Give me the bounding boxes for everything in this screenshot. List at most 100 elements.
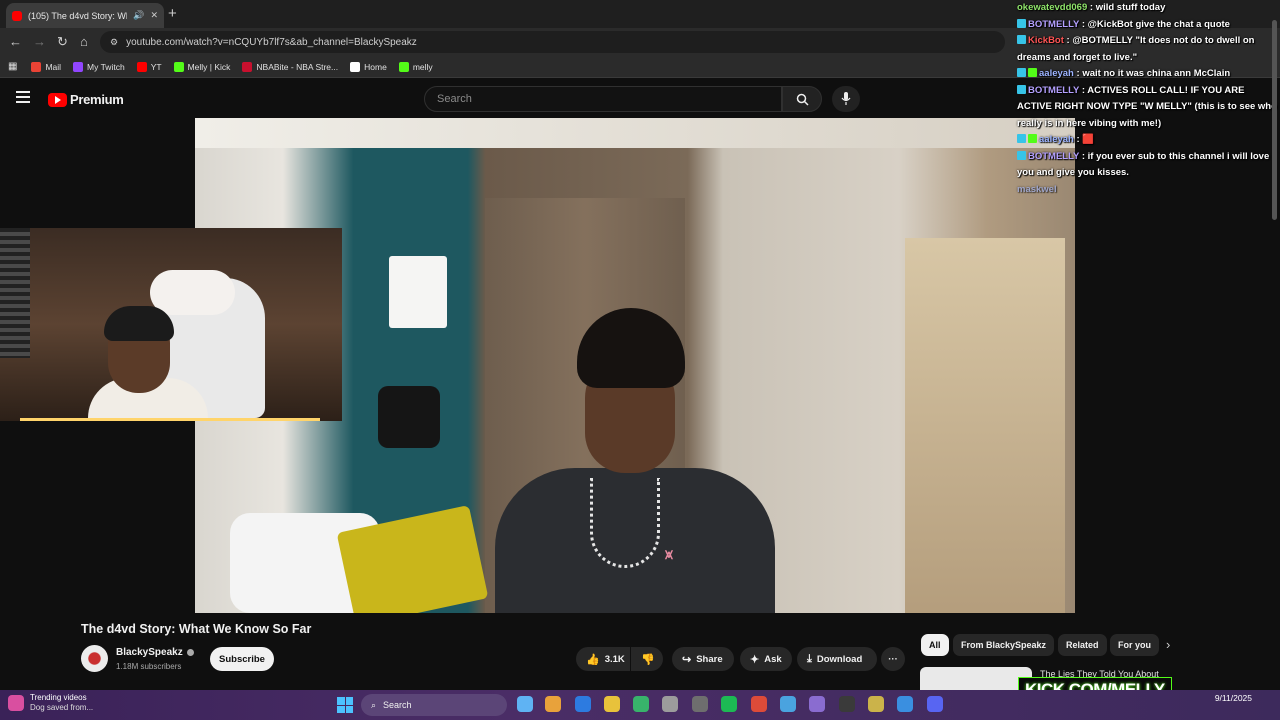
- voice-search-button[interactable]: [832, 86, 860, 112]
- chat-message: BOTMELLY : if you ever sub to this chann…: [1017, 150, 1270, 178]
- chat-text: @KickBot give the chat a quote: [1087, 18, 1230, 30]
- close-tab-icon[interactable]: ✕: [150, 10, 158, 21]
- bookmark-nbabite[interactable]: NBABite - NBA Stre...: [242, 61, 338, 72]
- chat-username: BOTMELLY: [1028, 150, 1080, 162]
- hamburger-menu-icon[interactable]: [16, 91, 30, 106]
- app-icon[interactable]: [868, 696, 884, 712]
- chat-username: okewatevdd069: [1017, 2, 1088, 13]
- more-icon: ···: [888, 653, 898, 665]
- chat-message: BOTMELLY : ACTIVES ROLL CALL! IF YOU ARE…: [1017, 84, 1277, 129]
- channel-name-text: BlackySpeakz: [116, 647, 183, 658]
- file-explorer-icon[interactable]: [604, 696, 620, 712]
- video-title: The d4vd Story: What We Know So Far: [81, 622, 312, 636]
- channel-avatar[interactable]: [81, 645, 108, 672]
- new-tab-button[interactable]: +: [168, 5, 177, 22]
- webcam-blinds: [0, 228, 30, 358]
- chrome-icon[interactable]: [751, 696, 767, 712]
- moderator-badge-icon: [1017, 150, 1026, 160]
- chat-username: aaleyah: [1039, 134, 1074, 145]
- thumbs-up-icon: 👍: [586, 653, 600, 666]
- bookmark-mail[interactable]: Mail: [31, 61, 61, 72]
- chip-related[interactable]: Related: [1058, 634, 1107, 656]
- chat-username: aaleyah: [1039, 68, 1074, 79]
- photos-icon[interactable]: [780, 696, 796, 712]
- discord-icon[interactable]: [927, 696, 943, 712]
- speaker-icon[interactable]: 🔊: [133, 10, 144, 21]
- video-scene-ceiling: [195, 118, 1075, 148]
- chevron-right-icon[interactable]: ›: [1166, 637, 1170, 652]
- taskbar-widget[interactable]: Trending videos Dog saved from...: [8, 693, 93, 713]
- reload-icon[interactable]: ↻: [57, 34, 68, 50]
- bookmark-yt[interactable]: YT: [136, 61, 162, 72]
- chat-text: wild stuff today: [1095, 2, 1166, 13]
- moderator-badge-icon: [1017, 134, 1026, 143]
- chat-username: maskwel: [1017, 183, 1057, 195]
- moderator-badge-icon: [1017, 68, 1026, 77]
- chip-all[interactable]: All: [921, 634, 949, 656]
- address-bar[interactable]: ⚙ youtube.com/watch?v=nCQUYb7lf7s&ab_cha…: [100, 31, 1005, 53]
- media-player-icon[interactable]: [809, 696, 825, 712]
- download-label: Download: [816, 653, 863, 665]
- windows-start-icon[interactable]: [337, 697, 353, 713]
- x-icon: [350, 61, 361, 72]
- dislike-button[interactable]: 👎: [631, 647, 663, 671]
- subscribe-button[interactable]: Subscribe: [210, 647, 274, 671]
- home-icon[interactable]: ⌂: [80, 34, 88, 49]
- url-text: youtube.com/watch?v=nCQUYb7lf7s&ab_chann…: [126, 36, 417, 48]
- channel-name[interactable]: BlackySpeakz: [116, 647, 194, 658]
- sparkle-icon: ✦: [750, 653, 760, 666]
- bookmark-twitch[interactable]: My Twitch: [73, 61, 125, 72]
- back-arrow-icon[interactable]: ←: [9, 34, 22, 49]
- ask-button[interactable]: ✦ Ask: [740, 647, 792, 671]
- like-button[interactable]: 👍 3.1K: [576, 647, 630, 671]
- bookmark-home[interactable]: Home: [350, 61, 387, 72]
- clock-date: 9/11/2025: [1214, 693, 1252, 703]
- share-arrow-icon: ↪: [682, 653, 692, 666]
- twitch-icon: [73, 61, 84, 72]
- taskbar-search[interactable]: ⌕ Search: [361, 694, 507, 716]
- subscriber-badge-icon: [1028, 68, 1037, 77]
- steam-icon[interactable]: [662, 696, 678, 712]
- kick-icon: [398, 61, 409, 72]
- chat-text: wait no it was china ann McClain: [1082, 68, 1231, 79]
- browser-tab[interactable]: (105) The d4vd Story: What 🔊 ✕: [6, 3, 164, 28]
- forward-arrow-icon[interactable]: →: [33, 34, 46, 49]
- copilot-icon[interactable]: [545, 696, 561, 712]
- like-count: 3.1K: [604, 653, 625, 665]
- bookmark-kick[interactable]: Melly | Kick: [173, 61, 230, 72]
- store-icon[interactable]: [692, 696, 708, 712]
- chat-username: KickBot: [1028, 35, 1064, 46]
- nba-icon: [242, 61, 253, 72]
- chat-message: BOTMELLY : @KickBot give the chat a quot…: [1012, 17, 1280, 34]
- chat-text: 🟥: [1082, 134, 1095, 145]
- chip-from-channel[interactable]: From BlackySpeakz: [953, 634, 1055, 656]
- spotify-icon[interactable]: [721, 696, 737, 712]
- chat-scrollbar[interactable]: [1272, 20, 1277, 220]
- task-view-icon[interactable]: [517, 696, 533, 712]
- kick-icon: [173, 61, 184, 72]
- chat-message: KickBot : @BOTMELLY "It does not do to d…: [1017, 35, 1255, 63]
- search-input[interactable]: Search: [424, 86, 782, 112]
- video-scene-hallway: [905, 238, 1065, 613]
- download-button[interactable]: ⤓ Download: [797, 647, 877, 671]
- recommended-video-thumbnail[interactable]: [920, 667, 1032, 692]
- site-info-icon[interactable]: ⚙: [110, 37, 118, 48]
- edge-icon[interactable]: [575, 696, 591, 712]
- app-icon[interactable]: [897, 696, 913, 712]
- bookmark-melly[interactable]: melly: [398, 61, 433, 72]
- webcam-streamer-hair: [104, 306, 174, 341]
- widget-title: Trending videos: [30, 693, 87, 702]
- subscriber-count: 1.18M subscribers: [116, 662, 182, 671]
- xbox-icon[interactable]: [633, 696, 649, 712]
- search-button[interactable]: [782, 86, 822, 112]
- chip-for-you[interactable]: For you: [1110, 634, 1159, 656]
- youtube-logo[interactable]: Premium: [48, 92, 124, 107]
- webcam-led-strip: [20, 418, 320, 421]
- apps-grid-icon[interactable]: ▦: [8, 61, 17, 72]
- share-button[interactable]: ↪ Share: [672, 647, 734, 671]
- obs-icon[interactable]: [839, 696, 855, 712]
- more-actions-button[interactable]: ···: [881, 647, 905, 671]
- download-icon: ⤓: [807, 652, 812, 665]
- widget-subtitle: Dog saved from...: [30, 703, 94, 712]
- taskbar-clock[interactable]: 9/11/2025: [1196, 692, 1252, 705]
